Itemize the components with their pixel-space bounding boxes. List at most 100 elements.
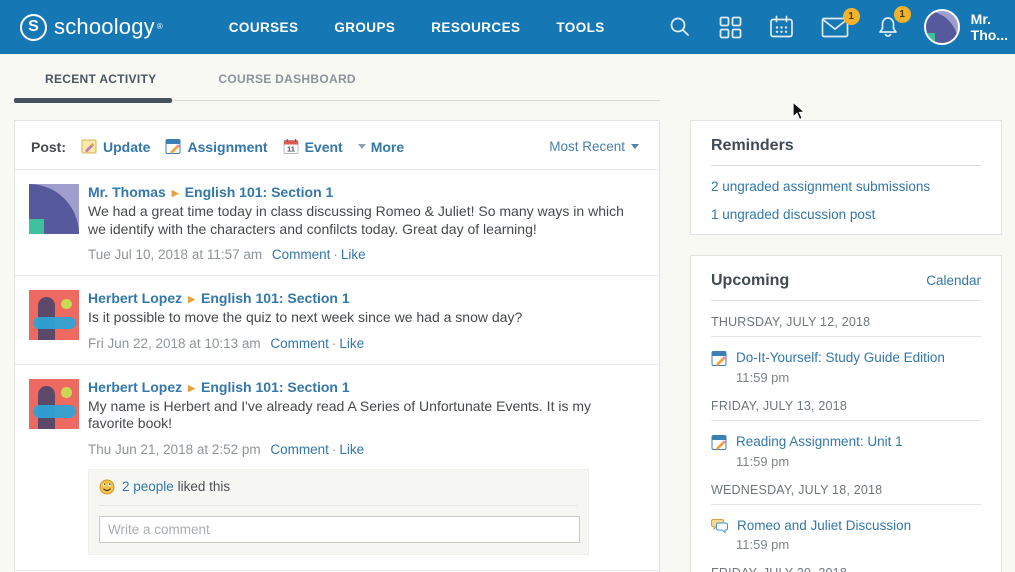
post-label: Post:	[31, 139, 66, 155]
post-meta: Tue Jul 10, 2018 at 11:57 am Comment·Lik…	[88, 247, 639, 262]
messages-button[interactable]: 1	[821, 17, 849, 38]
schoology-s-icon: S	[20, 14, 47, 41]
course-link[interactable]: English 101: Section 1	[201, 290, 350, 306]
section-tabs: RECENT ACTIVITY COURSE DASHBOARD	[14, 54, 660, 104]
upcoming-card: Upcoming Calendar THURSDAY, JULY 12, 201…	[690, 255, 1002, 572]
dot-separator: ·	[332, 442, 337, 457]
assignment-icon	[165, 138, 182, 155]
breadcrumb-arrow-icon: ▶	[188, 383, 195, 393]
author-link[interactable]: Herbert Lopez	[88, 379, 182, 395]
app-grid-icon[interactable]	[719, 16, 742, 39]
avatar[interactable]	[29, 379, 79, 429]
author-link[interactable]: Herbert Lopez	[88, 290, 182, 306]
post-meta: Fri Jun 22, 2018 at 10:13 am Comment·Lik…	[88, 336, 639, 351]
search-icon[interactable]	[668, 15, 692, 39]
reminders-card: Reminders 2 ungraded assignment submissi…	[690, 120, 1002, 235]
course-link[interactable]: English 101: Section 1	[201, 379, 350, 395]
feed-post: Herbert Lopez ▶ English 101: Section 1 Is …	[15, 276, 659, 364]
user-name: Mr. Tho...	[971, 11, 1013, 43]
messages-badge: 1	[843, 8, 860, 25]
like-link[interactable]: Like	[341, 247, 366, 262]
notifications-button[interactable]: 1	[876, 15, 900, 39]
sort-label: Most Recent	[549, 139, 625, 154]
post-byline: Mr. Thomas▶English 101: Section 1	[88, 184, 639, 200]
post-more-label: More	[371, 139, 404, 155]
user-menu[interactable]: Mr. Tho...	[924, 9, 1015, 45]
author-link[interactable]: Mr. Thomas	[88, 184, 166, 200]
dot-separator: ·	[332, 336, 337, 351]
reminder-ungraded-discussion-link[interactable]: 1 ungraded discussion post	[711, 207, 981, 222]
avatar[interactable]	[29, 184, 79, 234]
upcoming-item-link[interactable]: Do-It-Yourself: Study Guide Edition	[736, 350, 945, 366]
brand-text: schoology	[54, 14, 155, 40]
activity-feed-card: Post: Update Assignment	[14, 120, 660, 572]
nav-tools[interactable]: TOOLS	[556, 20, 604, 35]
discussion-icon	[711, 518, 729, 534]
upcoming-item: Romeo and Juliet Discussion	[711, 518, 981, 534]
assignment-icon	[711, 434, 728, 451]
likes-row: 2 people liked this	[99, 479, 578, 506]
tab-course-dashboard[interactable]: COURSE DASHBOARD	[218, 72, 355, 86]
post-meta: Thu Jun 21, 2018 at 2:52 pm Comment·Like	[88, 442, 639, 457]
post-assignment-button[interactable]: Assignment	[165, 138, 267, 155]
calendar-link[interactable]: Calendar	[926, 273, 981, 288]
calendar-icon[interactable]	[769, 15, 794, 39]
top-navbar: S schoology ® COURSES GROUPS RESOURCES T…	[0, 0, 1015, 54]
post-update-button[interactable]: Update	[81, 138, 150, 155]
reminders-title: Reminders	[711, 137, 981, 166]
post-body: We had a great time today in class discu…	[88, 203, 639, 238]
upcoming-item-time: 11:59 pm	[736, 537, 981, 552]
like-link[interactable]: Like	[339, 336, 364, 351]
notifications-badge: 1	[894, 6, 911, 23]
user-avatar	[924, 9, 960, 45]
post-body: My name is Herbert and I've already read…	[88, 398, 639, 433]
post-body: Is it possible to move the quiz to next …	[88, 309, 639, 327]
post-byline: Herbert Lopez ▶ English 101: Section 1	[88, 290, 639, 306]
upcoming-item-link[interactable]: Reading Assignment: Unit 1	[736, 434, 903, 450]
feed-post: Herbert Lopez ▶ English 101: Section 1 My …	[15, 365, 659, 570]
upcoming-item-link[interactable]: Romeo and Juliet Discussion	[737, 518, 911, 534]
post-event-button[interactable]: 11 Event	[283, 138, 343, 155]
upcoming-title: Upcoming	[711, 272, 789, 290]
svg-text:11: 11	[287, 145, 295, 154]
tab-recent-activity[interactable]: RECENT ACTIVITY	[45, 72, 156, 86]
comment-link[interactable]: Comment	[270, 336, 329, 351]
reminder-ungraded-assignments-link[interactable]: 2 ungraded assignment submissions	[711, 179, 981, 194]
active-tab-indicator	[14, 98, 172, 103]
upcoming-date-header: THURSDAY, JULY 12, 2018	[711, 315, 981, 337]
upcoming-item-time: 11:59 pm	[736, 370, 981, 385]
nav-resources[interactable]: RESOURCES	[431, 20, 520, 35]
schoology-logo[interactable]: S schoology ®	[20, 14, 163, 41]
nav-courses[interactable]: COURSES	[229, 20, 299, 35]
caret-down-icon	[631, 144, 639, 149]
post-composer: Post: Update Assignment	[15, 121, 659, 169]
liked-suffix: liked this	[178, 479, 231, 494]
like-link[interactable]: Like	[339, 442, 364, 457]
avatar[interactable]	[29, 290, 79, 340]
nav-groups[interactable]: GROUPS	[334, 20, 395, 35]
post-more-button[interactable]: More	[358, 139, 404, 155]
post-timestamp: Tue Jul 10, 2018 at 11:57 am	[88, 247, 262, 262]
sort-most-recent-dropdown[interactable]: Most Recent	[549, 139, 639, 154]
upcoming-date-header: WEDNESDAY, JULY 18, 2018	[711, 483, 981, 505]
likes-panel: 2 people liked this	[88, 469, 589, 555]
post-timestamp: Thu Jun 21, 2018 at 2:52 pm	[88, 442, 261, 457]
registered-mark: ®	[157, 22, 163, 31]
smiley-icon	[99, 479, 115, 495]
upcoming-date-header: FRIDAY, JULY 13, 2018	[711, 399, 981, 421]
upcoming-date-header: FRIDAY, JULY 20, 2018	[711, 566, 981, 572]
comment-input[interactable]	[99, 516, 580, 543]
dot-separator: ·	[333, 247, 338, 262]
comment-link[interactable]: Comment	[270, 442, 329, 457]
caret-down-icon	[358, 144, 366, 149]
post-byline: Herbert Lopez ▶ English 101: Section 1	[88, 379, 639, 395]
post-assignment-label: Assignment	[187, 139, 267, 155]
upcoming-item: Do-It-Yourself: Study Guide Edition	[711, 350, 981, 367]
liked-by-link[interactable]: 2 people	[122, 479, 174, 494]
breadcrumb-arrow-icon: ▶	[188, 294, 195, 304]
comment-link[interactable]: Comment	[272, 247, 331, 262]
upcoming-item: Reading Assignment: Unit 1	[711, 434, 981, 451]
post-timestamp: Fri Jun 22, 2018 at 10:13 am	[88, 336, 261, 351]
post-event-label: Event	[305, 139, 343, 155]
course-link[interactable]: English 101: Section 1	[185, 184, 334, 200]
